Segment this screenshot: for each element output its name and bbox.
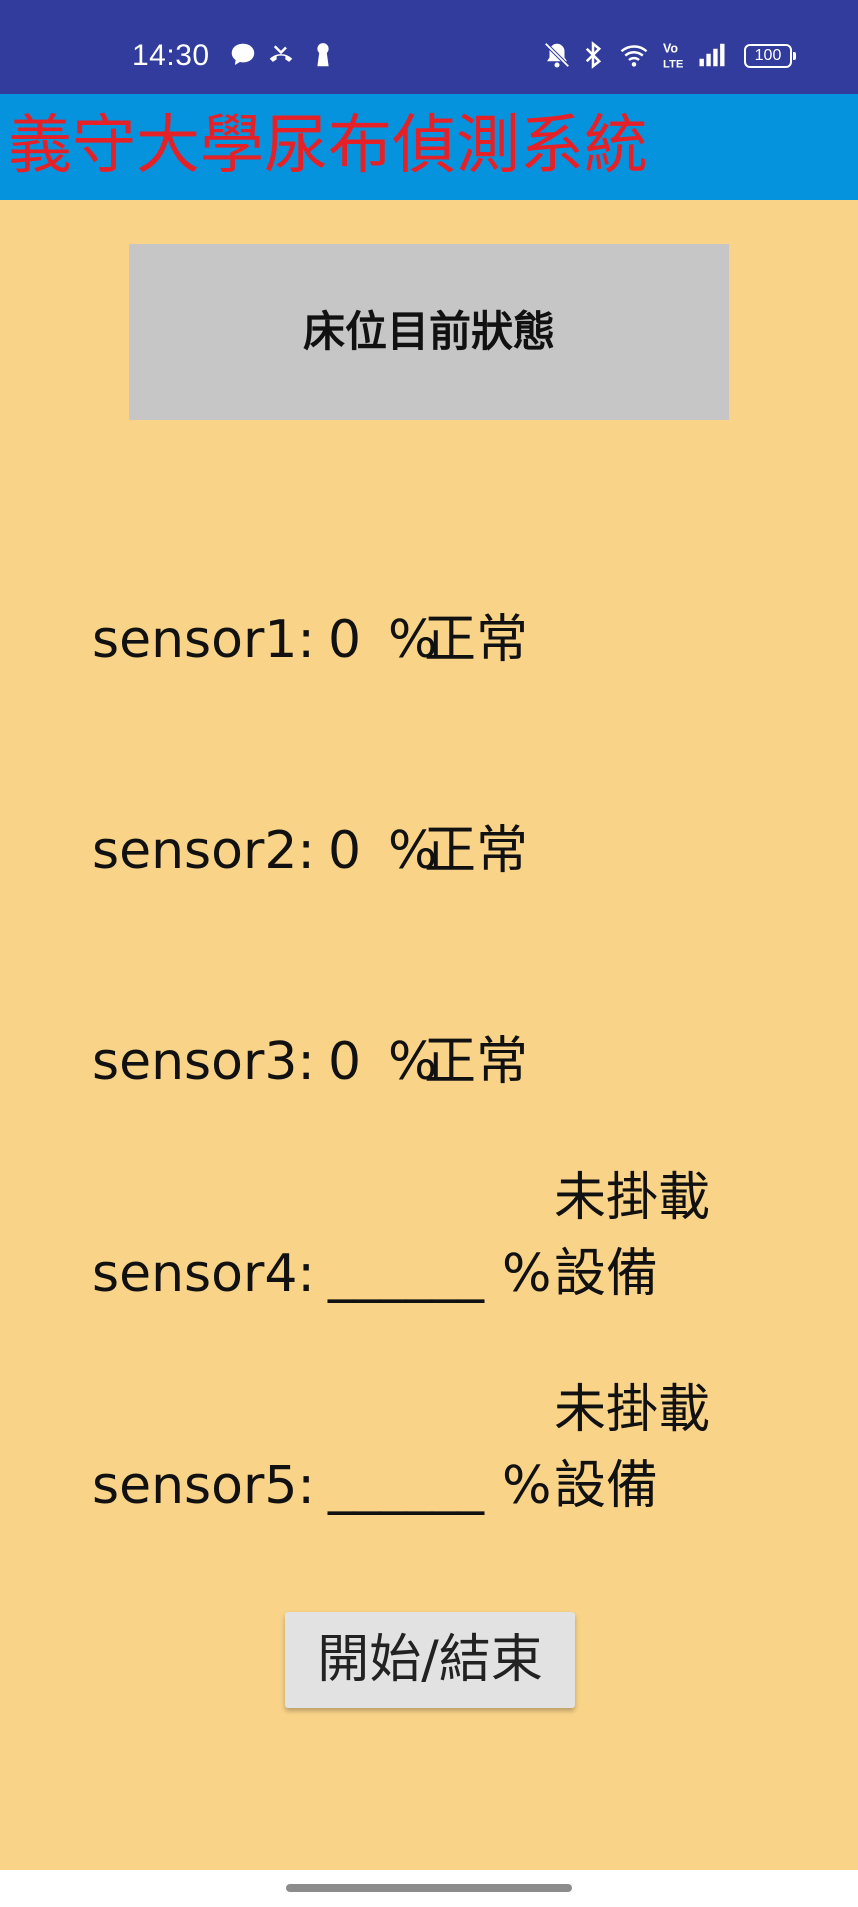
chat-bubble-icon (228, 40, 258, 70)
sensor-status: 未掛載設備 (554, 1168, 711, 1304)
app-title: 義守大學尿布偵測系統 (8, 109, 648, 183)
sensor-status: 正常 (424, 821, 529, 881)
sensor-value: 0 (328, 610, 362, 670)
missed-call-icon (266, 40, 296, 70)
status-bar: 14:30 Vo LTE 100 (0, 0, 858, 94)
sensor-value: ______ (328, 1456, 484, 1516)
sensor-status: 正常 (424, 610, 529, 670)
bluetooth-icon (578, 40, 608, 70)
wifi-icon (616, 40, 652, 70)
sensor-label: sensor5: (92, 1456, 315, 1516)
sensor-value: ______ (328, 1244, 484, 1304)
app-screen: 14:30 Vo LTE 100 義守大學尿布偵測系統 床位目前狀態 senso… (0, 0, 858, 1907)
start-stop-button[interactable]: 開始/結束 (285, 1612, 575, 1708)
sensor-unit: % (502, 1244, 552, 1304)
svg-text:LTE: LTE (663, 59, 684, 71)
sensor-value: 0 (328, 821, 362, 881)
battery-icon: 100 (744, 44, 796, 68)
navigation-bar (0, 1870, 858, 1907)
app-title-bar: 義守大學尿布偵測系統 (0, 94, 858, 200)
sensor-label: sensor3: (92, 1032, 315, 1092)
sensor-status: 未掛載設備 (554, 1380, 711, 1516)
sensor-unit: % (502, 1456, 552, 1516)
svg-text:Vo: Vo (663, 42, 678, 56)
status-time: 14:30 (132, 39, 210, 72)
sensor-value: 0 (328, 1032, 362, 1092)
bed-status-button[interactable]: 床位目前狀態 (129, 244, 729, 420)
signal-icon (694, 40, 730, 70)
home-indicator[interactable] (286, 1884, 572, 1892)
sensor-status: 正常 (424, 1032, 529, 1092)
volte-icon: Vo LTE (660, 40, 686, 71)
sensor-label: sensor4: (92, 1244, 315, 1304)
sensor-label: sensor1: (92, 610, 315, 670)
sensor-label: sensor2: (92, 821, 315, 881)
mute-icon (542, 40, 572, 70)
keyhole-icon (308, 40, 338, 70)
